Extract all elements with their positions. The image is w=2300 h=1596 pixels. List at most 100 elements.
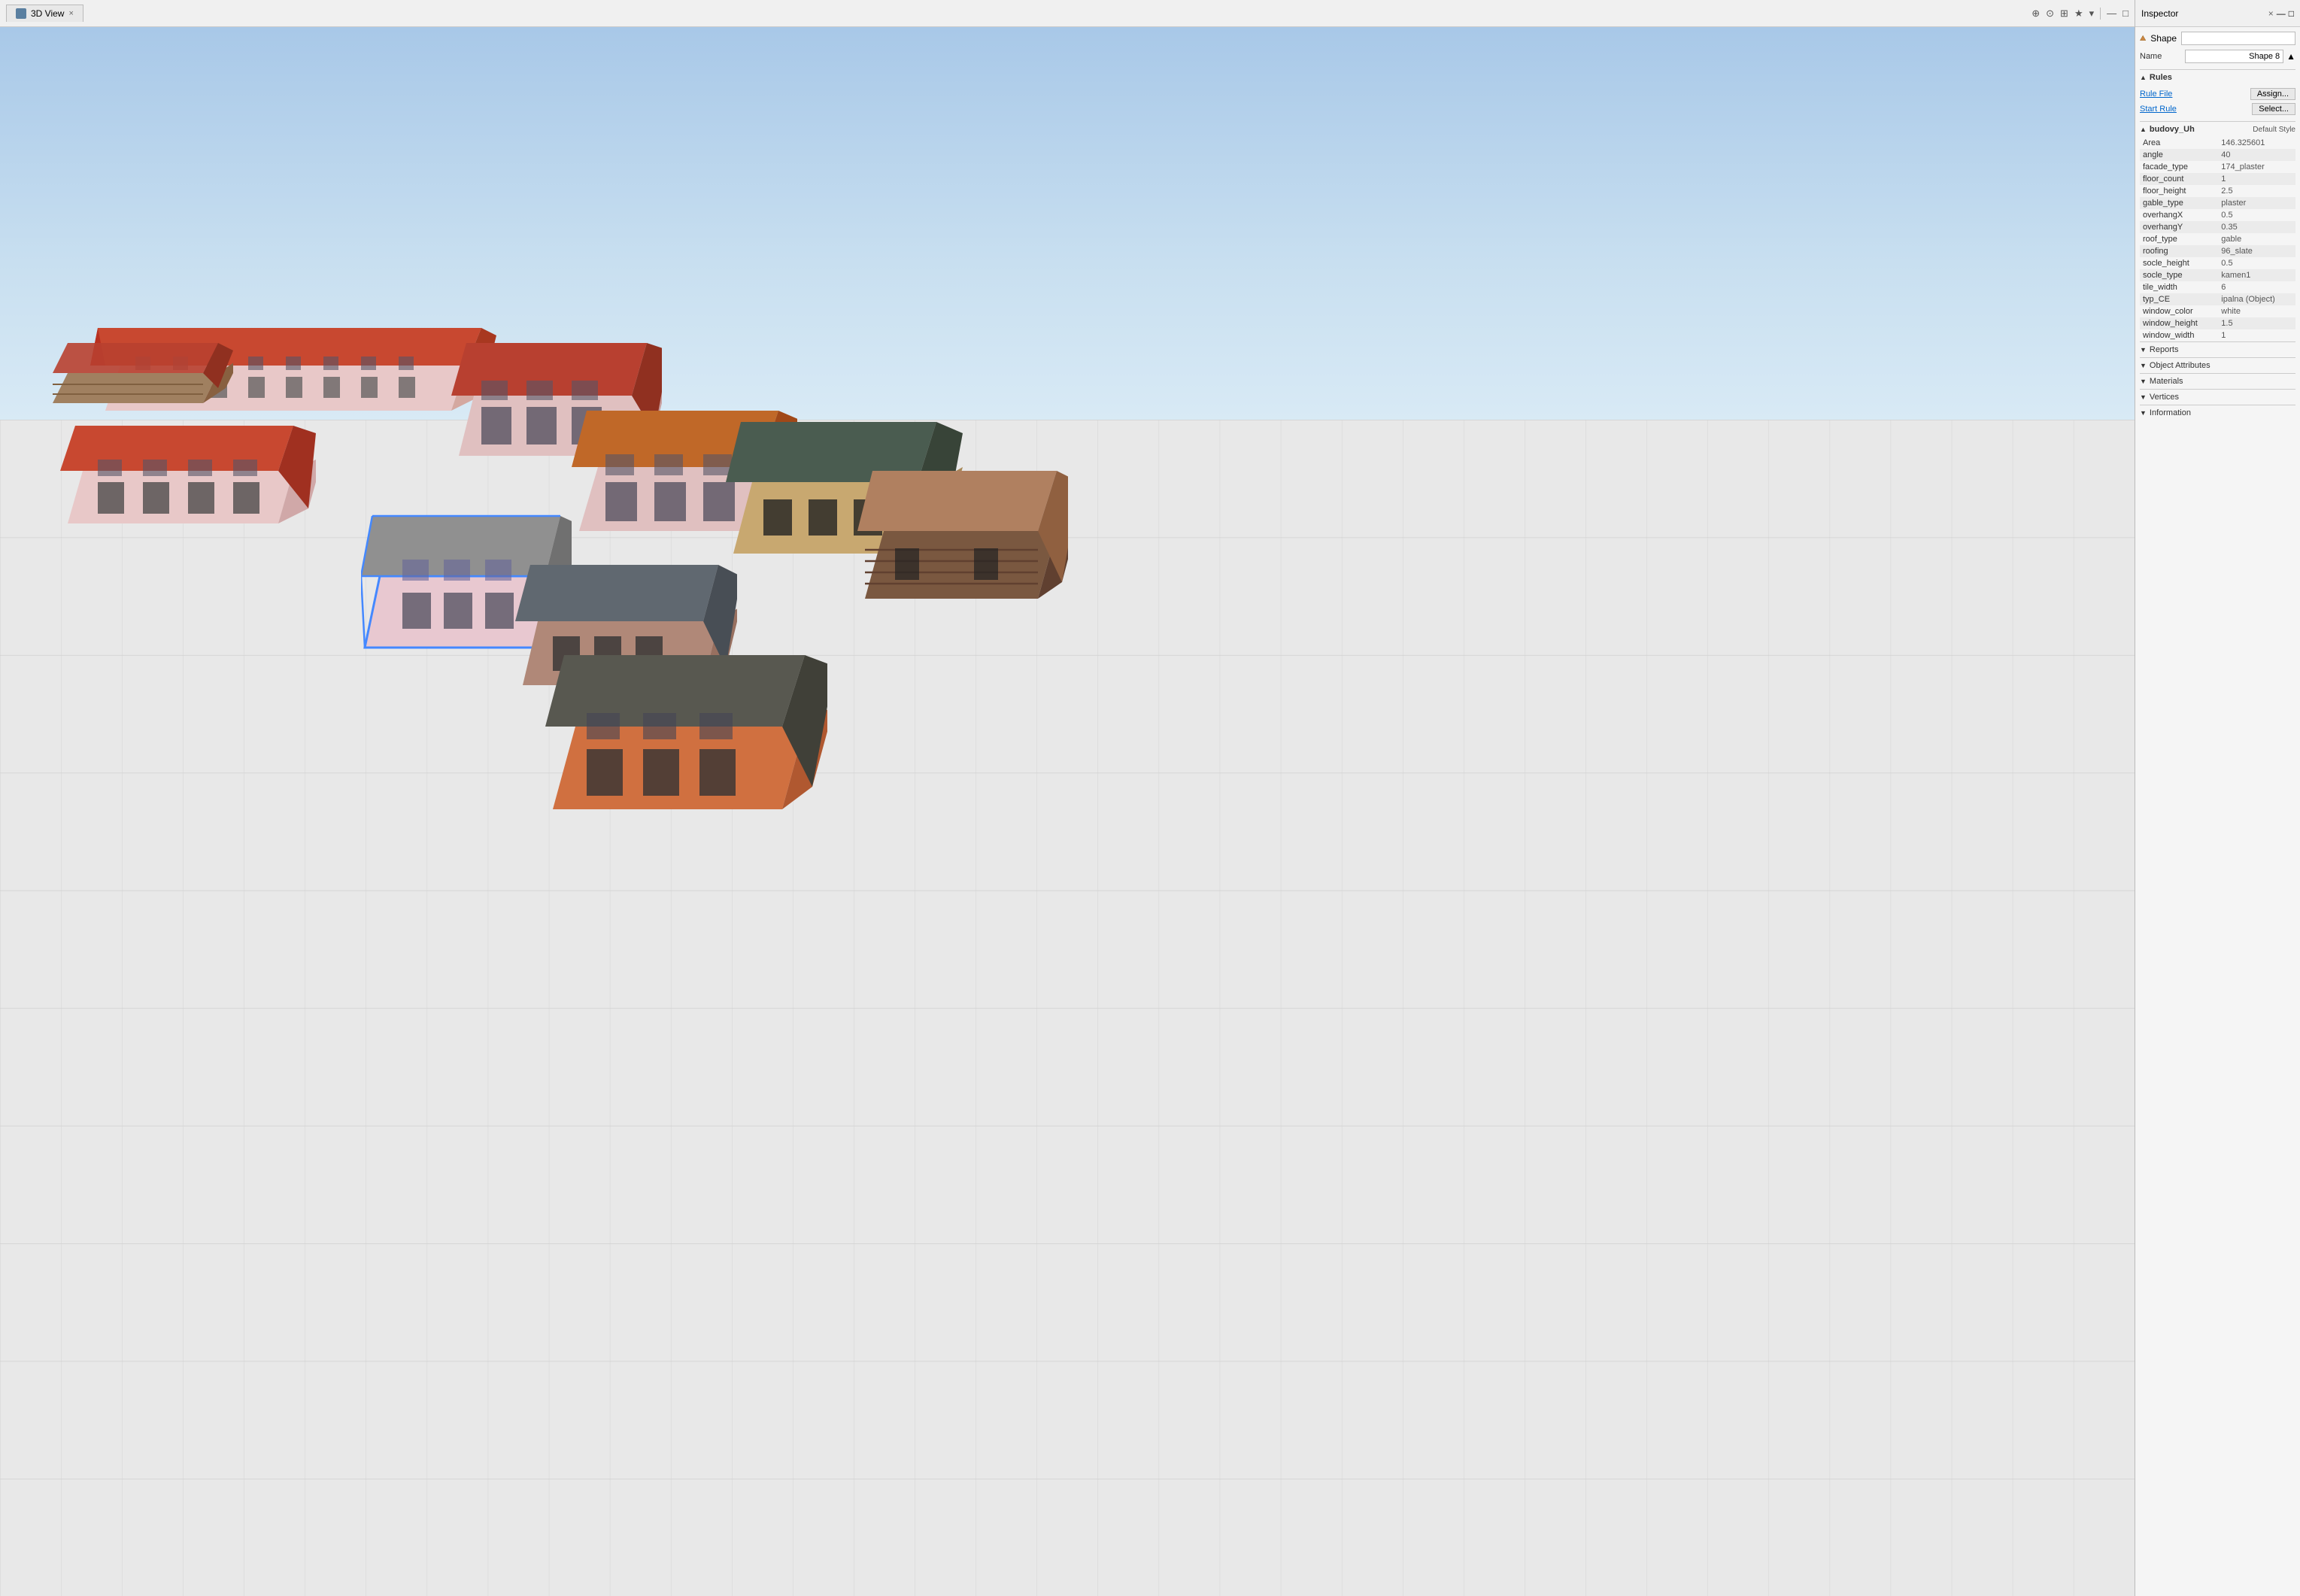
assign-button[interactable]: Assign... [2250,88,2295,100]
start-rule-label[interactable]: Start Rule [2140,105,2252,114]
collapsed-section-reports[interactable]: ▼Reports [2140,341,2295,357]
attr-key: gable_type [2140,197,2218,209]
rules-label: Rules [2150,73,2172,82]
attr-value: 0.5 [2218,257,2295,269]
house-log-cabin[interactable] [857,403,1068,614]
shape-input[interactable] [2181,32,2295,45]
shape-icon [2140,32,2146,44]
attributes-table: Area146.325601angle40facade_type174_plas… [2140,137,2295,341]
attr-key: facade_type [2140,161,2218,173]
collapsed-section-object-attributes[interactable]: ▼Object Attributes [2140,357,2295,373]
section-chevron: ▼ [2140,362,2147,369]
attr-row: socle_typekamen1 [2140,269,2295,281]
attr-key: typ_CE [2140,293,2218,305]
name-row: Name Shape 8 ▲ [2140,50,2295,63]
inspector-minimize[interactable]: — [2277,8,2286,19]
section-chevron: ▼ [2140,409,2147,417]
name-value: Shape 8 [2185,50,2283,63]
attr-value: 6 [2218,281,2295,293]
budovy-header: ▲ budovy_Uh Default Style [2140,121,2295,137]
attr-row: window_colorwhite [2140,305,2295,317]
inspector-maximize[interactable]: □ [2289,8,2294,19]
attr-row: floor_count1 [2140,173,2295,185]
attr-row: window_height1.5 [2140,317,2295,329]
inspector-body: Shape Name Shape 8 ▲ ▲ Rules Rule File A… [2135,27,2300,1596]
attr-value: plaster [2218,197,2295,209]
attr-key: angle [2140,149,2218,161]
scroll-up-btn[interactable]: ▲ [2286,51,2295,62]
section-label: Vertices [2150,393,2179,402]
attr-key: window_color [2140,305,2218,317]
house-pink-medium[interactable] [60,350,316,539]
inspector-panel: Inspector × — □ Shape Name Shape 8 ▲ ▲ R… [2135,0,2300,1596]
attr-value: 2.5 [2218,185,2295,197]
cube-icon [16,8,26,19]
minimize-btn[interactable]: — [2107,8,2116,19]
rule-file-label[interactable]: Rule File [2140,90,2250,99]
attr-value: 1.5 [2218,317,2295,329]
viewport-toolbar: ⊕ ⊙ ⊞ ★ ▾ — □ [2031,8,2129,20]
select-button[interactable]: Select... [2252,103,2295,115]
rules-content: Rule File Assign... Start Rule Select... [2140,85,2295,121]
collapsed-section-vertices[interactable]: ▼Vertices [2140,389,2295,405]
attr-key: overhangX [2140,209,2218,221]
collapsed-section-materials[interactable]: ▼Materials [2140,373,2295,389]
section-chevron: ▼ [2140,378,2147,385]
3d-view-tab[interactable]: 3D View × [6,5,83,22]
section-chevron: ▼ [2140,393,2147,401]
attr-key: socle_height [2140,257,2218,269]
attr-value: 1 [2218,329,2295,341]
attr-value: 0.5 [2218,209,2295,221]
houses-container [0,27,2135,1596]
section-label: Reports [2150,345,2179,354]
attr-row: overhangX0.5 [2140,209,2295,221]
star-icon[interactable]: ★ [2074,8,2083,20]
separator [2100,8,2101,20]
nav-icon[interactable]: ⊕ [2031,8,2040,20]
maximize-btn[interactable]: □ [2122,8,2129,19]
attr-row: roofing96_slate [2140,245,2295,257]
attr-value: kamen1 [2218,269,2295,281]
attr-value: 146.325601 [2218,137,2295,149]
attr-row: overhangY0.35 [2140,221,2295,233]
attr-value: 1 [2218,173,2295,185]
attr-key: overhangY [2140,221,2218,233]
attr-key: window_width [2140,329,2218,341]
attr-row: typ_CEipalna (Object) [2140,293,2295,305]
title-bar: 3D View × ⊕ ⊙ ⊞ ★ ▾ — □ [0,0,2135,27]
attr-value: 0.35 [2218,221,2295,233]
house-large-bottom[interactable] [542,569,827,824]
attr-row: roof_typegable [2140,233,2295,245]
budovy-label: budovy_Uh [2150,125,2195,134]
section-label: Information [2150,408,2191,417]
zoom-icon[interactable]: ⊙ [2046,8,2054,20]
shape-row: Shape [2140,32,2295,45]
default-style: Default Style [2253,126,2295,134]
budovy-chevron: ▲ [2140,126,2147,133]
attr-value: gable [2218,233,2295,245]
attr-row: Area146.325601 [2140,137,2295,149]
camera-icon[interactable]: ⊞ [2060,8,2068,20]
inspector-title-bar: Inspector × — □ [2135,0,2300,27]
rules-section-header[interactable]: ▲ Rules [2140,69,2295,85]
arrow-icon[interactable]: ▾ [2089,8,2095,20]
section-chevron: ▼ [2140,346,2147,353]
attr-row: floor_height2.5 [2140,185,2295,197]
3d-view-label: 3D View [31,8,64,19]
inspector-tab: Inspector [2141,8,2178,19]
rules-chevron: ▲ [2140,74,2147,81]
viewport-3d[interactable] [0,27,2135,1596]
attr-value: ipalna (Object) [2218,293,2295,305]
attr-key: roofing [2140,245,2218,257]
main-area: 3D View × ⊕ ⊙ ⊞ ★ ▾ — □ [0,0,2135,1596]
inspector-label: Inspector [2141,8,2178,19]
attr-key: window_height [2140,317,2218,329]
attr-row: facade_type174_plaster [2140,161,2295,173]
attr-key: floor_count [2140,173,2218,185]
3d-view-close[interactable]: × [68,9,73,18]
attr-key: tile_width [2140,281,2218,293]
attr-value: 96_slate [2218,245,2295,257]
collapsed-section-information[interactable]: ▼Information [2140,405,2295,420]
inspector-close[interactable]: × [2268,8,2274,19]
attr-value: 174_plaster [2218,161,2295,173]
